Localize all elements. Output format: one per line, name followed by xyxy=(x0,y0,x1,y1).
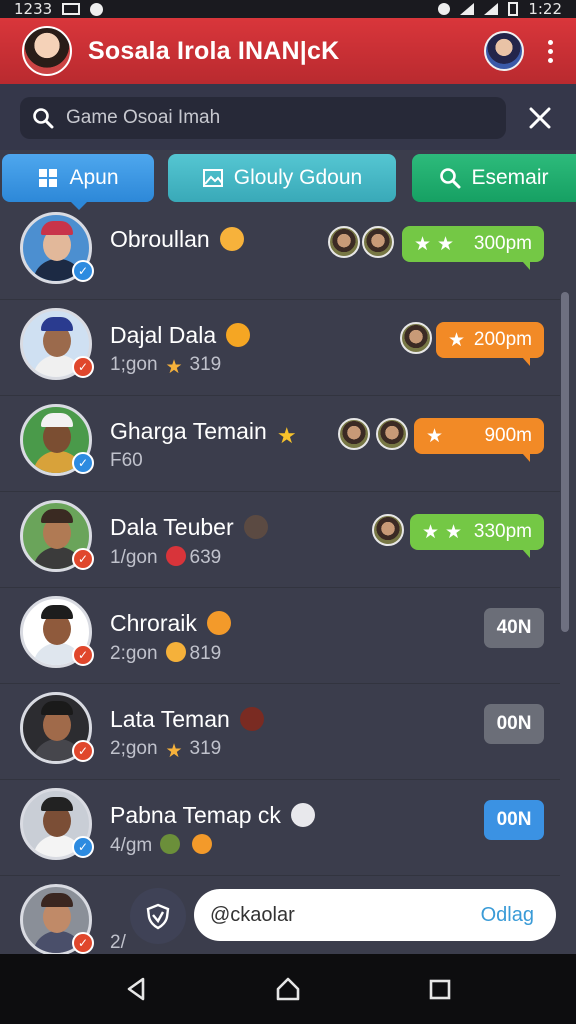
hand-icon xyxy=(165,642,186,662)
notification-icon xyxy=(62,3,81,15)
status-time-left: 1233 xyxy=(14,0,53,18)
close-icon[interactable] xyxy=(524,102,556,134)
contact-meta: 1/gon 639 xyxy=(110,546,222,568)
shield-icon xyxy=(146,903,170,930)
status-button[interactable]: 40N xyxy=(484,608,544,648)
contact-meta: 2:gon 819 xyxy=(110,642,222,664)
send-button[interactable]: Odlag xyxy=(481,904,534,927)
dot-icon xyxy=(90,2,104,16)
home-icon[interactable] xyxy=(274,975,302,1003)
contact-name: Gharga Temain ★ xyxy=(110,418,299,448)
verified-badge-icon: ✓ xyxy=(72,260,94,282)
contact-name: Dala Teuber xyxy=(110,514,268,541)
tab-label: Esemair xyxy=(471,166,549,189)
contact-meta: F60 xyxy=(110,450,143,471)
status-button[interactable]: 00N xyxy=(484,800,544,840)
list-item[interactable]: ✓ Dala Teuber 1/gon 639 ★★ 330pm xyxy=(0,494,560,588)
more-menu-icon[interactable] xyxy=(538,36,562,66)
contact-name: Obroullan xyxy=(110,226,244,253)
contact-meta: 4/gm xyxy=(110,834,216,857)
friend-avatar-icon xyxy=(362,226,394,258)
search-box[interactable] xyxy=(20,97,506,139)
contact-meta: 1;gon ★ 319 xyxy=(110,354,222,378)
grin-emoji-icon xyxy=(219,227,244,251)
list-item[interactable]: ✓ Lata Teman 2;gon ★ 319 00N xyxy=(0,686,560,780)
app-bar: Sosala Irola INAN|cK xyxy=(0,18,576,84)
friend-avatar-icon xyxy=(372,514,404,546)
time-pill[interactable]: ★★ 300pm xyxy=(402,226,544,270)
tab-glouly-gdoun[interactable]: Glouly Gdoun xyxy=(168,154,396,202)
face-emoji-icon xyxy=(192,834,213,854)
verified-badge-icon: ✓ xyxy=(72,932,94,954)
navigation-bar xyxy=(0,954,576,1024)
friend-avatar-icon xyxy=(328,226,360,258)
list-item[interactable]: ✓ Pabna Temap ck 4/gm 00N xyxy=(0,782,560,876)
list-item[interactable]: ✓ Dajal Dala 1;gon ★ 319 ★ 200pm xyxy=(0,302,560,396)
settings-icon xyxy=(438,3,451,15)
search-row xyxy=(0,84,576,150)
star-icon: ★ xyxy=(165,741,183,762)
search-icon xyxy=(33,108,54,129)
verified-badge-icon: ✓ xyxy=(72,740,94,762)
app-title: Sosala Irola INAN|cK xyxy=(88,36,340,65)
verified-badge-icon: ✓ xyxy=(72,452,94,474)
signal-icon xyxy=(484,3,499,15)
tab-esemair[interactable]: Esemair xyxy=(412,154,576,202)
tab-label: Glouly Gdoun xyxy=(233,166,363,189)
list-item[interactable]: ✓ Gharga Temain ★ F60 ★ 900m xyxy=(0,398,560,492)
contact-name: Chroraik xyxy=(110,610,231,637)
verified-badge-icon: ✓ xyxy=(72,356,94,378)
time-pill[interactable]: ★★ 330pm xyxy=(410,514,544,558)
time-pill[interactable]: ★ 200pm xyxy=(436,322,544,366)
star-icon: ★★ xyxy=(414,234,461,255)
friend-avatar-icon xyxy=(376,418,408,450)
plant-icon xyxy=(160,834,181,854)
laugh-emoji-icon xyxy=(206,611,231,635)
search-input[interactable] xyxy=(66,107,466,129)
status-button[interactable]: 00N xyxy=(484,704,544,744)
message-input[interactable] xyxy=(210,903,450,927)
contact-name: Pabna Temap ck xyxy=(110,802,315,829)
tab-bar: Apun Glouly Gdoun Esemair xyxy=(0,154,576,210)
star-icon: ★★ xyxy=(422,522,469,543)
mask-emoji-icon xyxy=(239,707,264,731)
verified-badge-icon: ✓ xyxy=(72,644,94,666)
profile-avatar[interactable] xyxy=(22,26,72,76)
tab-apun[interactable]: Apun xyxy=(2,154,154,210)
image-icon xyxy=(202,169,223,187)
star-icon: ★ xyxy=(448,330,472,351)
star-icon: ★ xyxy=(276,423,297,448)
drum-emoji-icon xyxy=(290,803,315,827)
verified-badge-icon: ✓ xyxy=(72,836,94,858)
face-emoji-icon xyxy=(243,515,268,539)
friend-avatar-icon xyxy=(338,418,370,450)
list-item[interactable]: ✓ Chroraik 2:gon 819 40N xyxy=(0,590,560,684)
search-icon xyxy=(440,168,461,189)
contact-name: Lata Teman xyxy=(110,706,264,733)
contact-meta: 2;gon ★ 319 xyxy=(110,738,222,762)
back-icon[interactable] xyxy=(123,976,149,1002)
wifi-icon xyxy=(460,3,475,15)
status-bar: 1233 1:22 xyxy=(0,0,576,18)
battery-icon xyxy=(508,2,519,16)
friend-avatar-icon xyxy=(400,322,432,354)
user-avatar-button[interactable] xyxy=(484,31,524,71)
contact-meta: 2/ xyxy=(110,932,126,953)
star-icon: ★ xyxy=(426,426,450,447)
tab-label: Apun xyxy=(69,166,119,189)
list-item[interactable]: ✓ Obroullan ★★ 300pm xyxy=(0,206,560,300)
grid-icon xyxy=(39,169,58,187)
laugh-emoji-icon xyxy=(226,323,251,347)
scrollbar[interactable] xyxy=(561,292,569,632)
main-content: Apun Glouly Gdoun Esemair ✓ Obroullan xyxy=(0,84,576,954)
contact-name: Dajal Dala xyxy=(110,322,251,349)
badge-icon xyxy=(165,546,186,566)
time-pill[interactable]: ★ 900m xyxy=(414,418,544,462)
status-time-right: 1:22 xyxy=(528,0,562,18)
shield-button[interactable] xyxy=(130,888,186,944)
star-icon: ★ xyxy=(165,357,183,378)
verified-badge-icon: ✓ xyxy=(72,548,94,570)
compose-bar[interactable]: Odlag xyxy=(194,889,556,941)
recents-icon[interactable] xyxy=(427,976,453,1002)
